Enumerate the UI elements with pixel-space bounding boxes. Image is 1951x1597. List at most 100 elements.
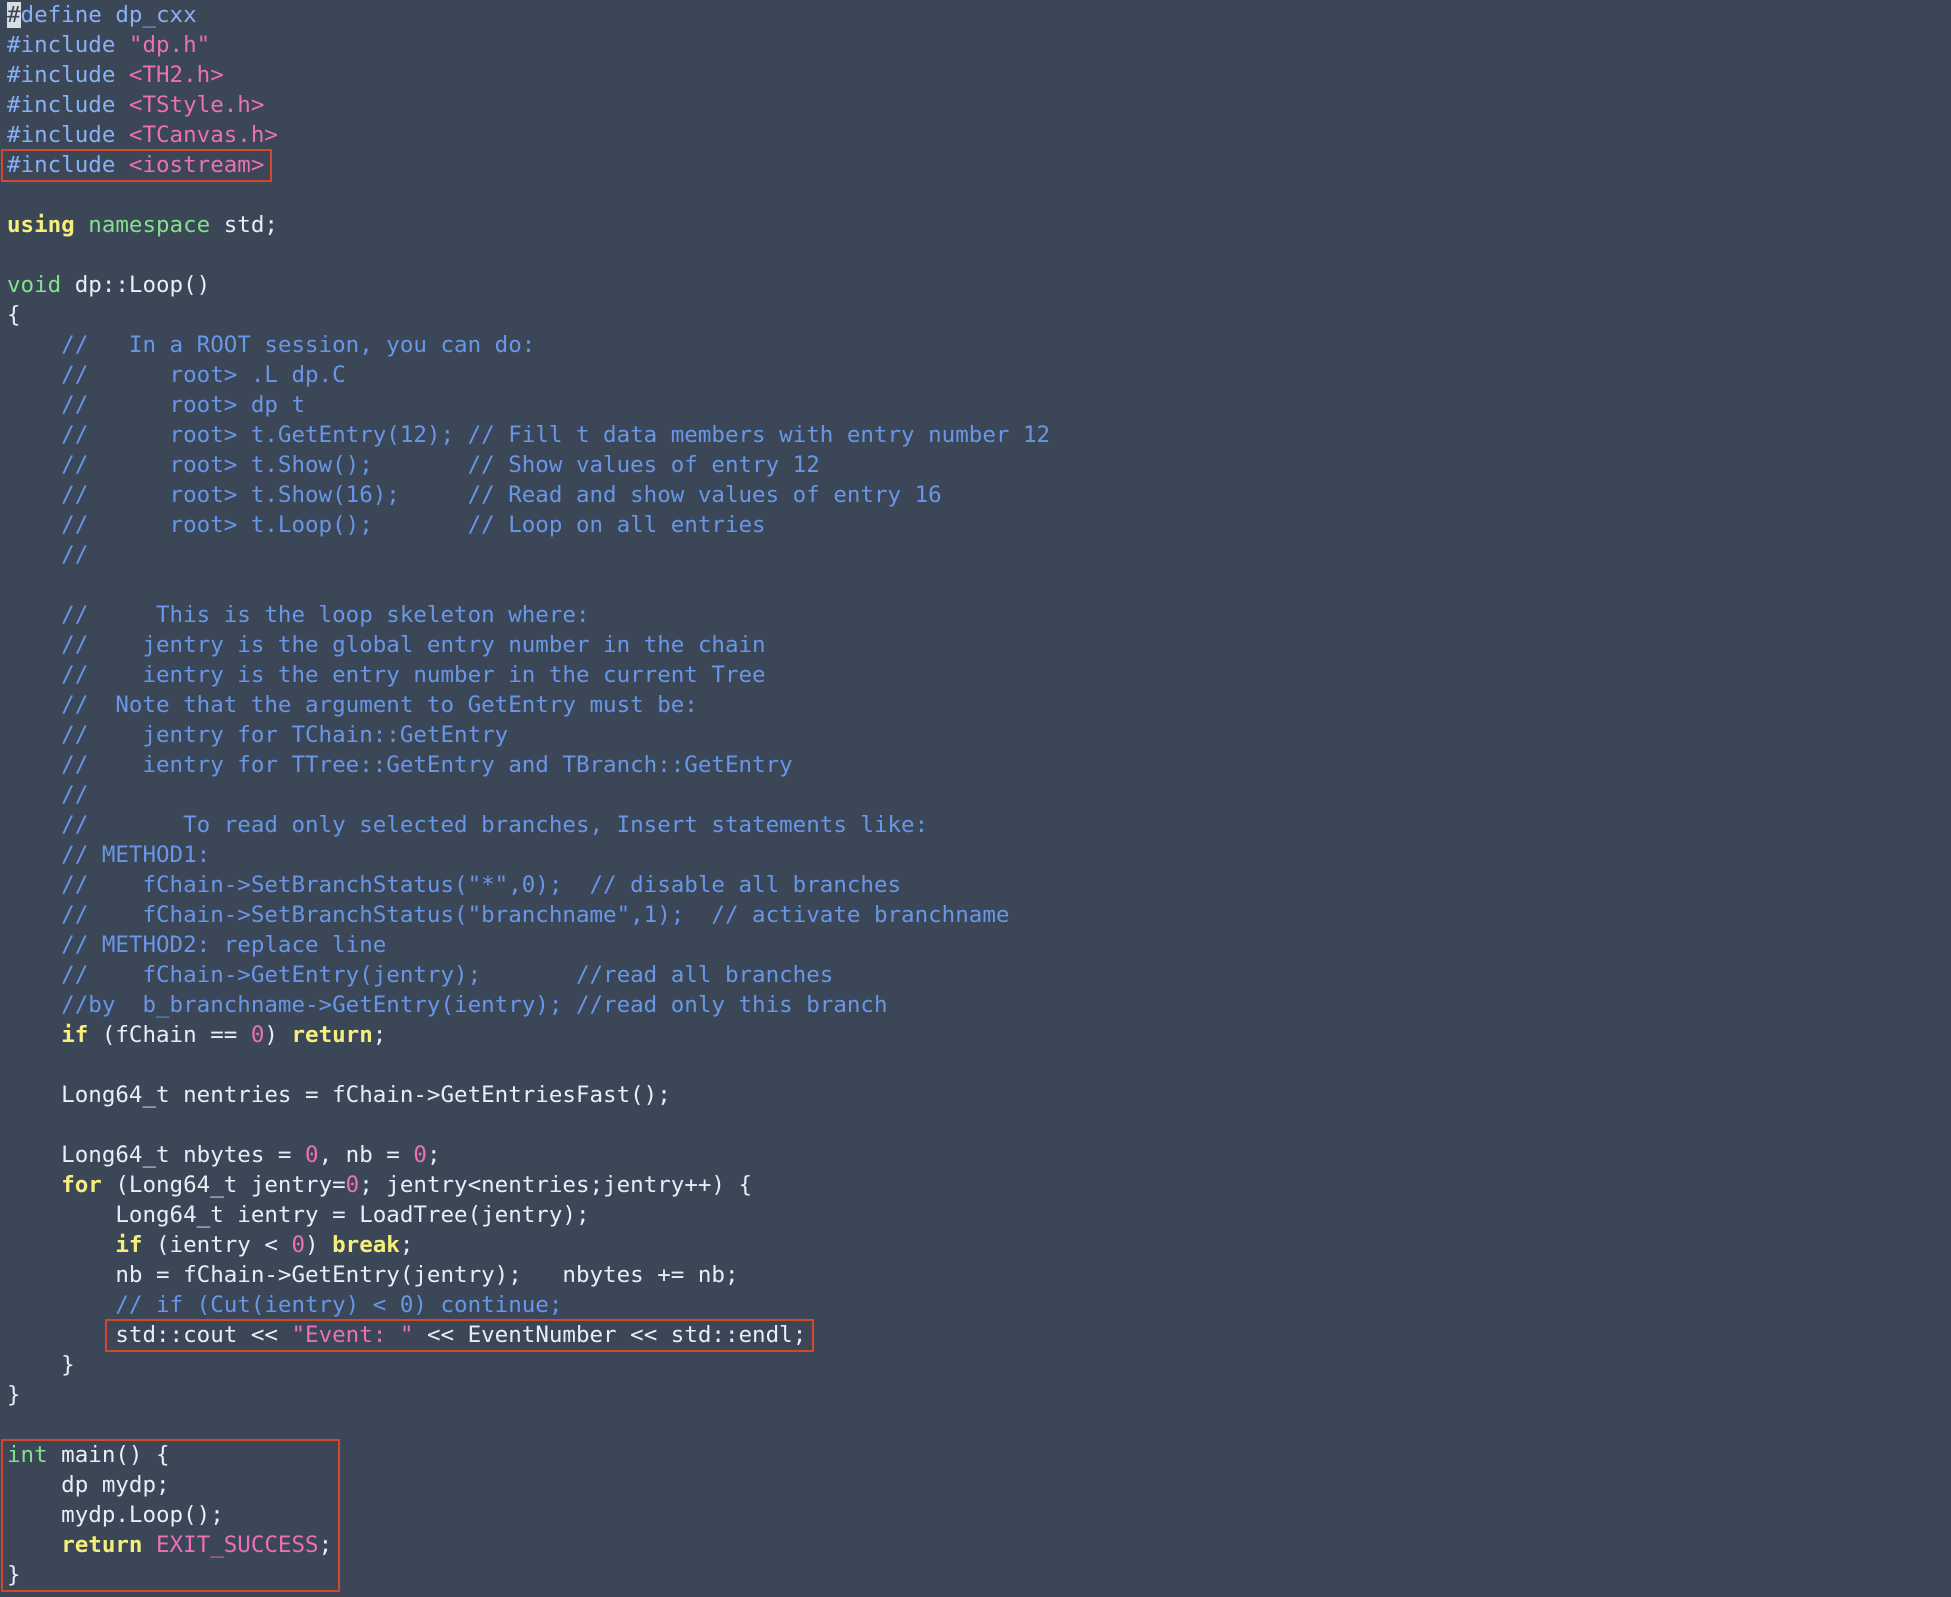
code-line[interactable]: Long64_t nbytes = 0, nb = 0; xyxy=(7,1140,1050,1170)
code-token: 0 xyxy=(305,1142,319,1168)
code-token: } xyxy=(7,1352,75,1378)
code-line[interactable]: // fChain->SetBranchStatus("branchname",… xyxy=(7,900,1050,930)
code-line[interactable]: // if (Cut(ientry) < 0) continue; xyxy=(7,1290,1050,1320)
code-token: // fChain->GetEntry(jentry); //read all … xyxy=(7,962,834,988)
code-line[interactable]: } xyxy=(7,1380,1050,1410)
code-area[interactable]: #define dp_cxx #include "dp.h" #include <T… xyxy=(7,0,1050,1590)
code-token: // fChain->SetBranchStatus("*",0); // di… xyxy=(7,872,902,898)
code-line[interactable]: // fChain->GetEntry(jentry); //read all … xyxy=(7,960,1050,990)
code-line[interactable]: ​ xyxy=(7,570,1050,600)
code-line[interactable]: // root> t.GetEntry(12); // Fill t data … xyxy=(7,420,1050,450)
code-token: if xyxy=(115,1232,143,1258)
code-line[interactable]: mydp.Loop(); xyxy=(7,1500,1050,1530)
code-token: int xyxy=(7,1442,48,1468)
code-line[interactable]: std::cout << "Event: " << EventNumber <<… xyxy=(7,1320,1050,1350)
code-token: } xyxy=(7,1562,21,1588)
code-line[interactable]: ​ xyxy=(7,180,1050,210)
code-line[interactable]: // root> t.Show(16); // Read and show va… xyxy=(7,480,1050,510)
code-token: if xyxy=(61,1022,89,1048)
code-line[interactable]: // To read only selected branches, Inser… xyxy=(7,810,1050,840)
code-line[interactable]: ​ xyxy=(7,1410,1050,1440)
code-token: // jentry for TChain::GetEntry xyxy=(7,722,509,748)
code-line[interactable]: // jentry is the global entry number in … xyxy=(7,630,1050,660)
code-line[interactable]: dp mydp; xyxy=(7,1470,1050,1500)
code-token: <TH2.h> xyxy=(128,62,224,88)
code-line[interactable]: if (ientry < 0) break; xyxy=(7,1230,1050,1260)
code-line[interactable]: Long64_t ientry = LoadTree(jentry); xyxy=(7,1200,1050,1230)
code-line[interactable]: ​ xyxy=(7,1110,1050,1140)
code-token: return xyxy=(291,1022,373,1048)
code-line[interactable]: // root> .L dp.C xyxy=(7,360,1050,390)
code-token: "dp.h" xyxy=(128,32,211,58)
code-token: std; xyxy=(210,212,278,238)
code-token: // To read only selected branches, Inser… xyxy=(7,812,929,838)
code-line[interactable]: // ientry is the entry number in the cur… xyxy=(7,660,1050,690)
code-line[interactable]: // In a ROOT session, you can do: xyxy=(7,330,1050,360)
code-line[interactable]: #include <TStyle.h> xyxy=(7,90,1050,120)
code-token: #include xyxy=(7,152,129,178)
code-token: mydp.Loop(); xyxy=(7,1502,224,1528)
code-line[interactable]: int main() { xyxy=(7,1440,1050,1470)
code-line[interactable]: ​ xyxy=(7,240,1050,270)
code-line[interactable]: // ientry for TTree::GetEntry and TBranc… xyxy=(7,750,1050,780)
code-line[interactable]: // xyxy=(7,540,1050,570)
code-token: Long64_t nbytes = xyxy=(7,1142,306,1168)
code-line[interactable]: // xyxy=(7,780,1050,810)
code-line[interactable]: Long64_t nentries = fChain->GetEntriesFa… xyxy=(7,1080,1050,1110)
code-token: // ientry is the entry number in the cur… xyxy=(7,662,766,688)
code-token: EXIT_SUCCESS xyxy=(156,1532,319,1558)
code-line[interactable]: nb = fChain->GetEntry(jentry); nbytes +=… xyxy=(7,1260,1050,1290)
code-line[interactable]: #include <iostream> xyxy=(7,150,1050,180)
code-token: //by b_branchname->GetEntry(ientry); //r… xyxy=(7,992,888,1018)
code-token: (Long64_t jentry= xyxy=(101,1172,346,1198)
code-token: #include xyxy=(7,92,129,118)
code-line[interactable]: // METHOD2: replace line xyxy=(7,930,1050,960)
code-line[interactable]: return EXIT_SUCCESS; xyxy=(7,1530,1050,1560)
code-line[interactable]: // jentry for TChain::GetEntry xyxy=(7,720,1050,750)
code-token: break xyxy=(332,1232,400,1258)
text-cursor: # xyxy=(7,2,21,28)
code-line[interactable]: #include <TH2.h> xyxy=(7,60,1050,90)
code-line[interactable]: // root> t.Loop(); // Loop on all entrie… xyxy=(7,510,1050,540)
code-token: << EventNumber << std::endl; xyxy=(413,1322,807,1348)
code-line[interactable]: } xyxy=(7,1350,1050,1380)
code-line[interactable]: for (Long64_t jentry=0; jentry<nentries;… xyxy=(7,1170,1050,1200)
code-editor[interactable]: #define dp_cxx #include "dp.h" #include <T… xyxy=(0,0,1951,1597)
code-token: // root> t.GetEntry(12); // Fill t data … xyxy=(7,422,1051,448)
code-token: dp mydp; xyxy=(7,1472,170,1498)
code-token: // root> t.Show(); // Show values of ent… xyxy=(7,452,820,478)
code-token: // root> dp t xyxy=(7,392,306,418)
code-line[interactable]: ​ xyxy=(7,1050,1050,1080)
code-line[interactable]: #include <TCanvas.h> xyxy=(7,120,1050,150)
code-line[interactable]: #define dp_cxx xyxy=(7,0,1050,30)
code-token: 0 xyxy=(291,1232,306,1258)
code-line[interactable]: // fChain->SetBranchStatus("*",0); // di… xyxy=(7,870,1050,900)
code-token: (fChain == xyxy=(88,1022,251,1048)
code-line[interactable]: using namespace std; xyxy=(7,210,1050,240)
code-line[interactable]: { xyxy=(7,300,1050,330)
code-token: nb = fChain->GetEntry(jentry); nbytes +=… xyxy=(7,1262,739,1288)
code-line[interactable]: #include "dp.h" xyxy=(7,30,1050,60)
code-line[interactable]: // root> t.Show(); // Show values of ent… xyxy=(7,450,1050,480)
code-line[interactable]: // METHOD1: xyxy=(7,840,1050,870)
code-line[interactable]: // root> dp t xyxy=(7,390,1050,420)
code-token: ; xyxy=(399,1232,414,1258)
code-line[interactable]: // Note that the argument to GetEntry mu… xyxy=(7,690,1050,720)
code-token: main() { xyxy=(47,1442,170,1468)
code-token: dp::Loop() xyxy=(61,272,211,298)
code-token: 0 xyxy=(413,1142,427,1168)
code-line[interactable]: // This is the loop skeleton where: xyxy=(7,600,1050,630)
code-token: // METHOD2: replace line xyxy=(7,932,387,958)
code-token: ; xyxy=(426,1142,441,1168)
code-token: ) xyxy=(264,1022,292,1048)
code-token: <iostream> xyxy=(128,152,265,178)
code-line[interactable]: if (fChain == 0) return; xyxy=(7,1020,1050,1050)
code-line[interactable]: //by b_branchname->GetEntry(ientry); //r… xyxy=(7,990,1050,1020)
code-token: #include xyxy=(7,62,129,88)
code-line[interactable]: } xyxy=(7,1560,1050,1590)
code-line[interactable]: void dp::Loop() xyxy=(7,270,1050,300)
code-token: using xyxy=(7,212,75,238)
